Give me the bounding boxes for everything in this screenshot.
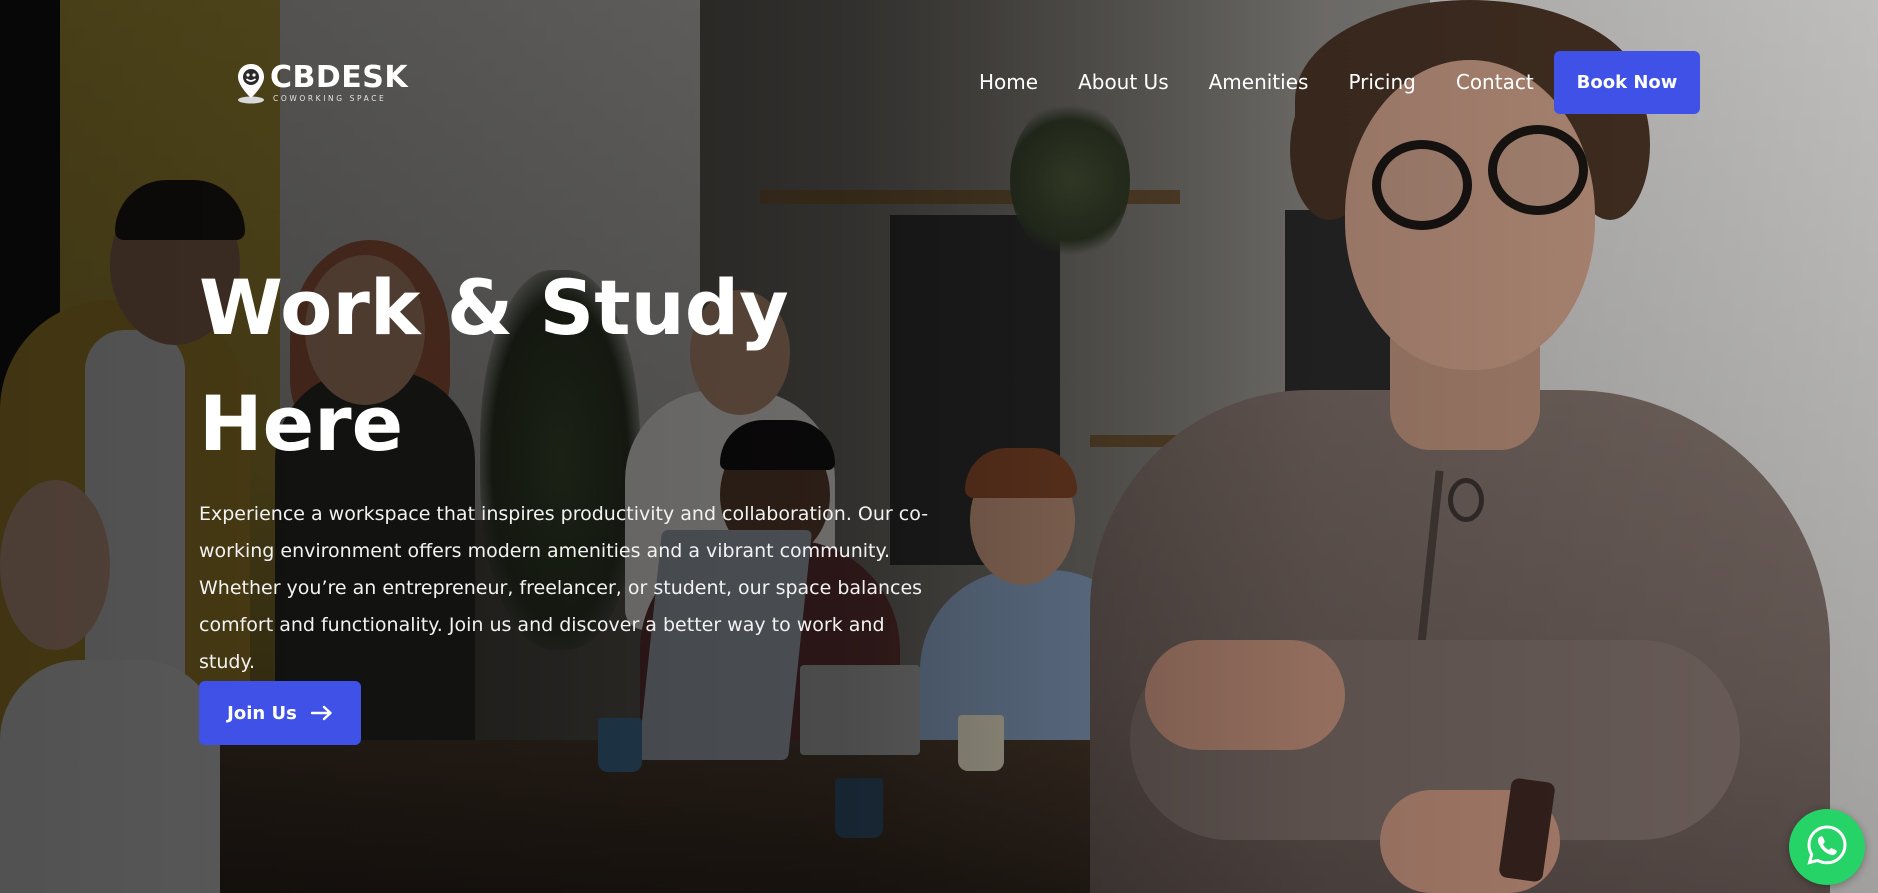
- nav-item-amenities[interactable]: Amenities: [1209, 68, 1309, 96]
- site-header: CBDESK COWORKING SPACE Home About Us Ame…: [0, 0, 1878, 165]
- nav-item-contact[interactable]: Contact: [1456, 68, 1534, 96]
- hero-title-line-1: Work & Study: [199, 263, 789, 352]
- nav-item-home[interactable]: Home: [979, 68, 1038, 96]
- whatsapp-chat-button[interactable]: [1789, 809, 1865, 885]
- arrow-right-icon: [310, 705, 333, 721]
- hero-title: Work & Study Here: [199, 250, 819, 482]
- book-now-button[interactable]: Book Now: [1554, 51, 1700, 114]
- whatsapp-icon: [1805, 823, 1849, 872]
- nav-item-about-us[interactable]: About Us: [1078, 68, 1169, 96]
- join-us-button[interactable]: Join Us: [199, 681, 361, 745]
- brand-tagline: COWORKING SPACE: [273, 94, 387, 104]
- hero-title-line-2: Here: [199, 379, 404, 468]
- brand-logo[interactable]: CBDESK COWORKING SPACE: [236, 60, 408, 106]
- hero-description: Experience a workspace that inspires pro…: [199, 503, 929, 673]
- join-us-label: Join Us: [227, 702, 297, 724]
- nav-item-pricing[interactable]: Pricing: [1348, 68, 1415, 96]
- brand-name: CBDESK: [270, 60, 409, 96]
- location-pin-smiley-icon: [236, 62, 266, 104]
- main-nav: Home About Us Amenities Pricing Contact: [979, 68, 1534, 96]
